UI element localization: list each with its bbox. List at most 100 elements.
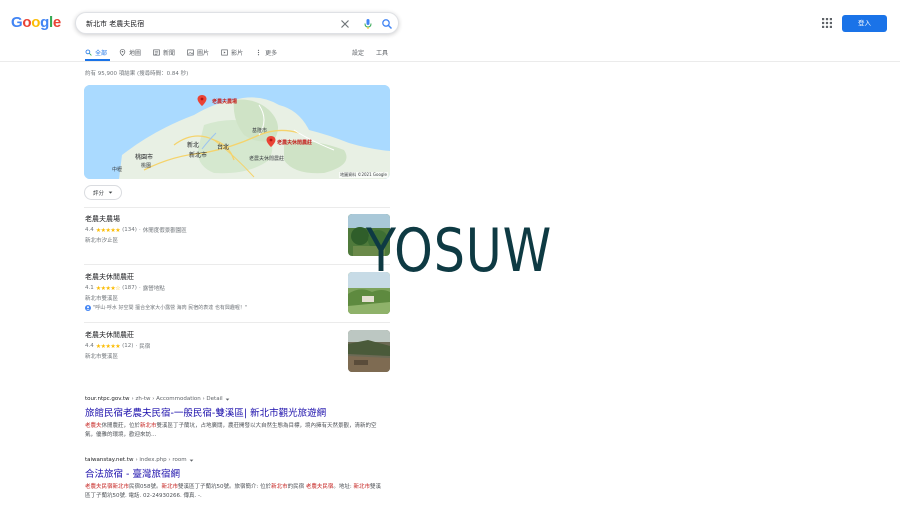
local-map[interactable]: 老農夫農場 基隆市 老農夫休閒農莊 老農夫休閒農莊 新北 台北 桃園市 新北市 … [84,85,390,179]
map-label-keelung: 基隆市 [252,128,268,134]
map-label-newtaipei-city: 新北市 [189,152,208,159]
tab-label: 地圖 [129,49,142,57]
tab-videos[interactable]: 影片 [221,46,243,58]
settings-link[interactable]: 設定 [352,48,364,57]
local-name[interactable]: 老農夫農場 [85,214,390,224]
snippet-keyword: 新北市 [140,423,157,429]
result-stats: 約有 95,900 項結果 (搜尋時間：0.84 秒) [85,71,189,77]
result-title[interactable]: 旅館民宿老農夫民宿-一般民宿-雙溪區| 新北市觀光旅遊網 [85,405,385,419]
local-address: 新北市雙溪區 [85,354,119,360]
rating-stars-icon: ★★★★★ [95,342,121,350]
map-label-leisure[interactable]: 老農夫休閒農莊 [277,139,312,146]
local-review: "呼山·呼水 好空間 擅合全家大小露營 海肉 民宿的表達 也有興趣喔！" [93,305,248,311]
divider [84,264,390,265]
user-avatar-icon [85,304,91,311]
map-label-taoyuan: 桃園市 [135,154,154,161]
rating-value: 4.4 [85,227,94,233]
chevron-down-icon [108,191,113,194]
search-tabs: 全部 地圖 新聞 圖片 影片 更多 [85,46,277,60]
local-category: 民宿 [139,344,151,350]
header-divider [0,61,900,62]
sign-in-button[interactable]: 登入 [842,15,887,32]
map-label-zhongli: 中壢 [112,167,123,173]
more-icon [257,49,260,55]
map-label-newtaipei: 新北 [187,142,200,149]
news-icon [153,49,160,55]
local-result[interactable]: 老農夫休閒農莊 4.1 ★★★★☆ (187) · 露營地點 新北市雙溪區 "呼… [85,272,390,313]
tab-all[interactable]: 全部 [85,46,107,58]
local-name[interactable]: 老農夫休閒農莊 [85,330,390,340]
tab-label: 新聞 [163,49,176,57]
search-input[interactable] [86,16,326,31]
result-url[interactable]: taiwanstay.net.tw › index.php › room [85,457,385,463]
rating-value: 4.4 [85,343,94,349]
snippet-keyword: 新北市 [353,484,371,490]
snippet-keyword: 老農夫 [85,423,102,429]
rating-stars-icon: ★★★★★ [95,226,121,234]
close-icon[interactable] [338,17,352,31]
rating-count: (187) [122,285,137,291]
video-icon [221,49,228,55]
chevron-down-icon[interactable] [225,397,230,402]
tab-images[interactable]: 圖片 [187,46,209,58]
local-address: 新北市雙溪區 [85,296,119,302]
snippet-keyword: 老農夫民宿新北市 [85,484,130,490]
map-pin-icon [119,48,126,56]
snippet-text: 民宿058號。 [129,484,162,490]
search-icon[interactable] [380,17,394,31]
search-icon [85,49,92,56]
result-domain: taiwanstay.net.tw [85,457,134,463]
tab-maps[interactable]: 地圖 [119,46,141,58]
tab-label: 更多 [265,49,278,57]
rating-filter[interactable]: 評分 [84,185,122,200]
image-icon [187,49,194,55]
chevron-down-icon[interactable] [189,458,194,463]
snippet-text: 休閒農莊，位於 [101,423,141,429]
local-category: 露營地點 [142,286,165,292]
local-review-line: "呼山·呼水 好空間 擅合全家大小露營 海肉 民宿的表達 也有興趣喔！" [85,304,390,311]
map-label-xinzhu: 桃園 [141,163,152,169]
rating-count: (134) [122,227,137,233]
web-result[interactable]: taiwanstay.net.tw › index.php › room 合法旅… [85,457,385,501]
tab-more[interactable]: 更多 [255,46,277,58]
google-logo[interactable]: Google [11,14,61,31]
result-title[interactable]: 合法旅宿 - 臺灣旅宿網 [85,466,385,480]
snippet-text: 雙溪區丁子蘭坑50號。旅宿簡介: 位於 [178,484,272,490]
result-path: › index.php › room [135,457,187,463]
local-rating-line: 4.4 ★★★★★ (12) · 民宿 [85,342,151,351]
local-result[interactable]: 老農夫農場 4.4 ★★★★★ (134) · 休閒度假景觀園區 新北市汐止區 [85,214,390,246]
local-thumbnail[interactable] [348,330,390,372]
apps-grid-icon[interactable] [822,18,832,28]
logo-letter: o [22,14,32,31]
local-rating-line: 4.4 ★★★★★ (134) · 休閒度假景觀園區 [85,226,187,235]
microphone-icon[interactable] [361,17,375,31]
result-url[interactable]: tour.ntpc.gov.tw › zh-tw › Accommodation… [85,396,385,402]
snippet-keyword: 新北市 [271,484,288,490]
rating-stars-icon: ★★★★☆ [95,284,121,292]
result-snippet: 老農夫民宿新北市民宿058號。新北市雙溪區丁子蘭坑50號。旅宿簡介: 位於新北市… [85,483,385,501]
tab-news[interactable]: 新聞 [153,46,175,58]
local-rating-line: 4.1 ★★★★☆ (187) · 露營地點 [85,284,165,293]
divider [84,322,390,323]
logo-letter: G [11,14,23,31]
snippet-keyword: 老農夫民宿 [305,484,334,490]
divider [84,207,390,208]
result-path: › zh-tw › Accommodation › Detail [131,396,223,402]
search-box[interactable] [75,12,399,34]
logo-letter: g [40,14,49,31]
rating-filter-label: 評分 [92,190,104,197]
local-name[interactable]: 老農夫休閒農莊 [85,272,390,282]
map-label-leisure2: 老農夫休閒農莊 [249,156,285,162]
map-label-farm[interactable]: 老農夫農場 [212,98,237,105]
web-result[interactable]: tour.ntpc.gov.tw › zh-tw › Accommodation… [85,396,385,440]
local-category: 休閒度假景觀園區 [142,228,187,234]
logo-letter: e [52,14,61,31]
local-result[interactable]: 老農夫休閒農莊 4.4 ★★★★★ (12) · 民宿 新北市雙溪區 [85,330,390,362]
tools-link[interactable]: 工具 [376,48,388,57]
tab-label: 圖片 [197,49,210,57]
map-copyright: 地圖資料 ©2021 Google [339,172,388,178]
map-label-taipei: 台北 [217,144,230,151]
watermark: YOSUW [366,216,553,286]
result-domain: tour.ntpc.gov.tw [85,396,130,402]
logo-letter: o [31,14,41,31]
